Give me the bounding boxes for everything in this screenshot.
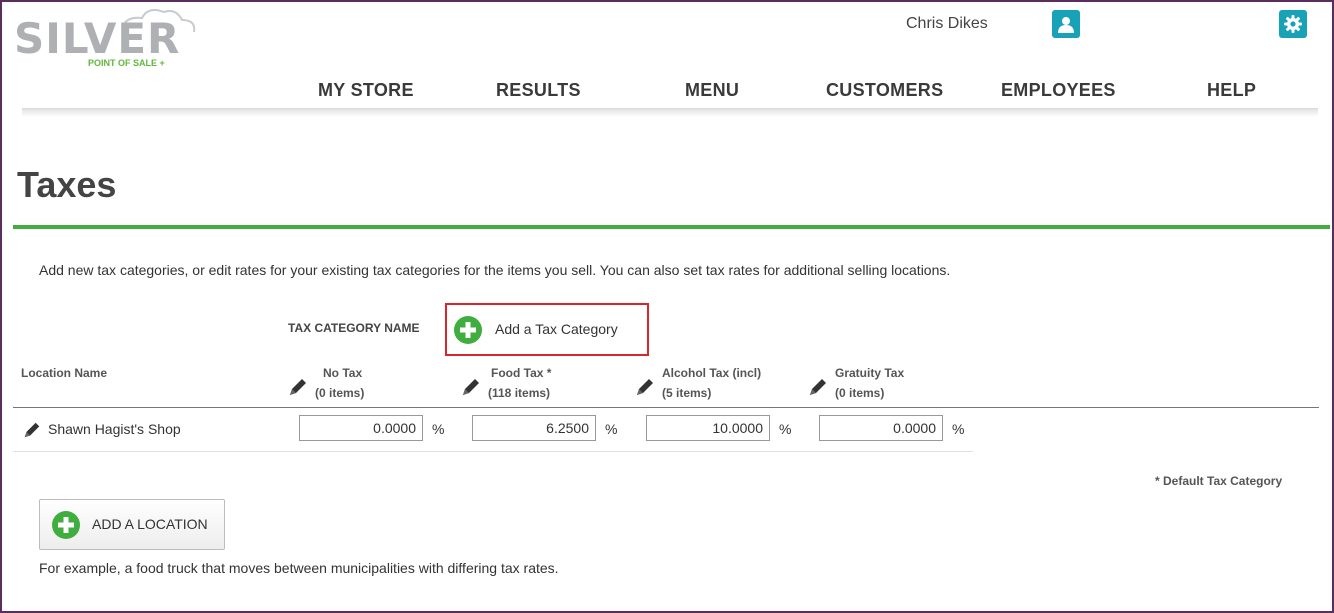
user-icon (1058, 17, 1074, 33)
nav-results[interactable]: RESULTS (496, 80, 581, 101)
percent-unit: % (952, 421, 965, 437)
add-location-note: For example, a food truck that moves bet… (39, 560, 559, 576)
location-name-header: Location Name (21, 366, 108, 380)
gear-icon (1284, 15, 1302, 33)
alcohol-tax-rate-input[interactable] (646, 415, 770, 441)
gratuity-tax-rate-input[interactable] (819, 415, 943, 441)
add-location-button[interactable]: ADD A LOCATION (39, 499, 225, 550)
plus-icon (52, 511, 80, 539)
nav-help[interactable]: HELP (1207, 80, 1256, 101)
column-count: (0 items) (315, 386, 365, 400)
column-count: (0 items) (835, 386, 885, 400)
row-divider (13, 451, 973, 452)
pencil-icon[interactable] (634, 376, 656, 398)
percent-unit: % (605, 421, 618, 437)
location-name: Shawn Hagist's Shop (48, 421, 181, 437)
pencil-icon[interactable] (460, 376, 482, 398)
silver-logo[interactable]: SILVER POINT OF SALE + (12, 6, 202, 70)
no-tax-rate-input[interactable] (299, 415, 423, 441)
nav-my-store[interactable]: MY STORE (318, 80, 414, 101)
column-name: Food Tax * (491, 366, 552, 380)
default-tax-category-note: * Default Tax Category (1155, 474, 1283, 488)
logo-subtext: POINT OF SALE + (88, 58, 165, 68)
nav-menu[interactable]: MENU (685, 80, 739, 101)
page-title: Taxes (17, 164, 117, 205)
pencil-icon[interactable] (287, 376, 309, 398)
column-name: No Tax (323, 366, 363, 380)
user-name[interactable]: Chris Dikes (906, 15, 988, 33)
nav-customers[interactable]: CUSTOMERS (826, 80, 943, 101)
main-nav: MY STORE RESULTS MENU CUSTOMERS EMPLOYEE… (0, 80, 1334, 104)
plus-icon (454, 316, 482, 344)
user-profile-button[interactable] (1052, 10, 1080, 38)
add-location-label: ADD A LOCATION (92, 516, 208, 532)
pencil-icon[interactable] (22, 420, 42, 440)
logo-text: SILVER (14, 14, 181, 63)
nav-divider (22, 108, 1318, 117)
settings-button[interactable] (1279, 10, 1307, 38)
percent-unit: % (779, 421, 792, 437)
intro-text: Add new tax categories, or edit rates fo… (39, 262, 951, 278)
tax-category-name-label: TAX CATEGORY NAME (288, 321, 420, 335)
add-tax-category-button[interactable]: Add a Tax Category (445, 303, 649, 356)
column-name: Gratuity Tax (835, 366, 905, 380)
title-divider (13, 225, 1330, 229)
column-name: Alcohol Tax (incl) (662, 366, 762, 380)
nav-employees[interactable]: EMPLOYEES (1001, 80, 1116, 101)
percent-unit: % (432, 421, 445, 437)
column-count: (5 items) (662, 386, 712, 400)
column-count: (118 items) (488, 386, 551, 400)
add-tax-category-label: Add a Tax Category (495, 321, 618, 337)
table-header-divider (13, 407, 1319, 408)
pencil-icon[interactable] (807, 376, 829, 398)
food-tax-rate-input[interactable] (472, 415, 596, 441)
